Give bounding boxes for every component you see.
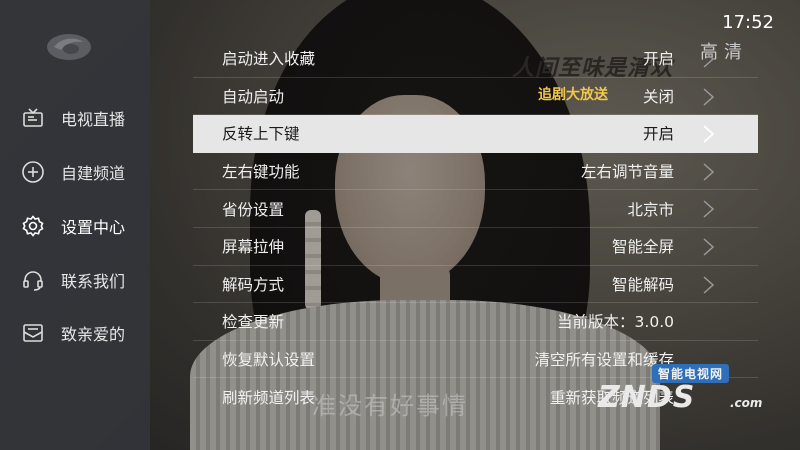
setting-value: 智能解码 <box>611 275 674 294</box>
setting-name: 反转上下键 <box>222 125 300 144</box>
setting-value: 开启 <box>642 50 674 69</box>
setting-value: 左右调节音量 <box>580 163 674 182</box>
mail-icon <box>20 320 46 346</box>
gear-icon <box>20 213 46 239</box>
sidebar: 电视直播 自建频道 设置中心 联系我们 致亲爱的 <box>0 0 150 450</box>
sidebar-item-label: 联系我们 <box>61 272 126 291</box>
chevron-right-icon <box>698 237 718 257</box>
sidebar-item-label: 自建频道 <box>61 164 126 183</box>
setting-name: 省份设置 <box>222 200 285 219</box>
setting-value: 北京市 <box>627 200 674 219</box>
sidebar-item-label: 设置中心 <box>61 218 126 237</box>
chevron-right-icon <box>698 87 718 107</box>
setting-name: 检查更新 <box>222 313 285 332</box>
setting-row-startup-favorites[interactable]: 启动进入收藏 开启 <box>193 40 758 78</box>
headset-icon <box>20 267 46 293</box>
setting-name: 刷新频道列表 <box>222 389 316 408</box>
plus-circle-icon <box>20 159 46 185</box>
setting-row-screen-stretch[interactable]: 屏幕拉伸 智能全屏 <box>193 228 758 266</box>
setting-row-leftright-function[interactable]: 左右键功能 左右调节音量 <box>193 153 758 191</box>
tv-icon <box>20 105 46 131</box>
sidebar-item-label: 致亲爱的 <box>61 325 126 344</box>
setting-row-decode-mode[interactable]: 解码方式 智能解码 <box>193 266 758 304</box>
setting-row-auto-start[interactable]: 自动启动 关闭 <box>193 78 758 116</box>
setting-value: 当前版本：3.0.0 <box>557 313 674 332</box>
setting-name: 屏幕拉伸 <box>222 238 285 257</box>
znds-watermark: 智能电视网 ZNDS .com <box>590 358 780 420</box>
setting-value: 开启 <box>642 125 674 144</box>
setting-row-province[interactable]: 省份设置 北京市 <box>193 190 758 228</box>
chevron-right-icon <box>698 49 718 69</box>
setting-row-check-update[interactable]: 检查更新 当前版本：3.0.0 <box>193 303 758 341</box>
clock: 17:52 <box>722 12 774 33</box>
setting-name: 解码方式 <box>222 275 285 294</box>
watermark-main-text: ZNDS <box>598 380 696 415</box>
setting-name: 自动启动 <box>222 87 285 106</box>
setting-value: 关闭 <box>642 87 674 106</box>
chevron-right-icon <box>698 275 718 295</box>
setting-row-invert-updown[interactable]: 反转上下键 开启 <box>193 115 758 153</box>
sidebar-item-tv-live[interactable]: 电视直播 <box>20 103 125 133</box>
sidebar-item-contact[interactable]: 联系我们 <box>20 265 125 295</box>
setting-name: 启动进入收藏 <box>222 50 316 69</box>
sidebar-item-label: 电视直播 <box>61 110 126 129</box>
watermark-domain-text: .com <box>730 396 763 410</box>
video-subtitle: 准没有好事情 <box>312 392 468 420</box>
setting-name: 恢复默认设置 <box>222 351 316 370</box>
setting-name: 左右键功能 <box>222 163 300 182</box>
sidebar-item-custom-channel[interactable]: 自建频道 <box>20 157 125 187</box>
chevron-right-icon <box>698 199 718 219</box>
sidebar-item-dear[interactable]: 致亲爱的 <box>20 318 125 348</box>
app-logo <box>44 30 94 64</box>
sidebar-item-settings[interactable]: 设置中心 <box>20 211 125 241</box>
setting-value: 智能全屏 <box>611 238 674 257</box>
chevron-right-icon <box>698 162 718 182</box>
chevron-right-icon <box>698 124 718 144</box>
